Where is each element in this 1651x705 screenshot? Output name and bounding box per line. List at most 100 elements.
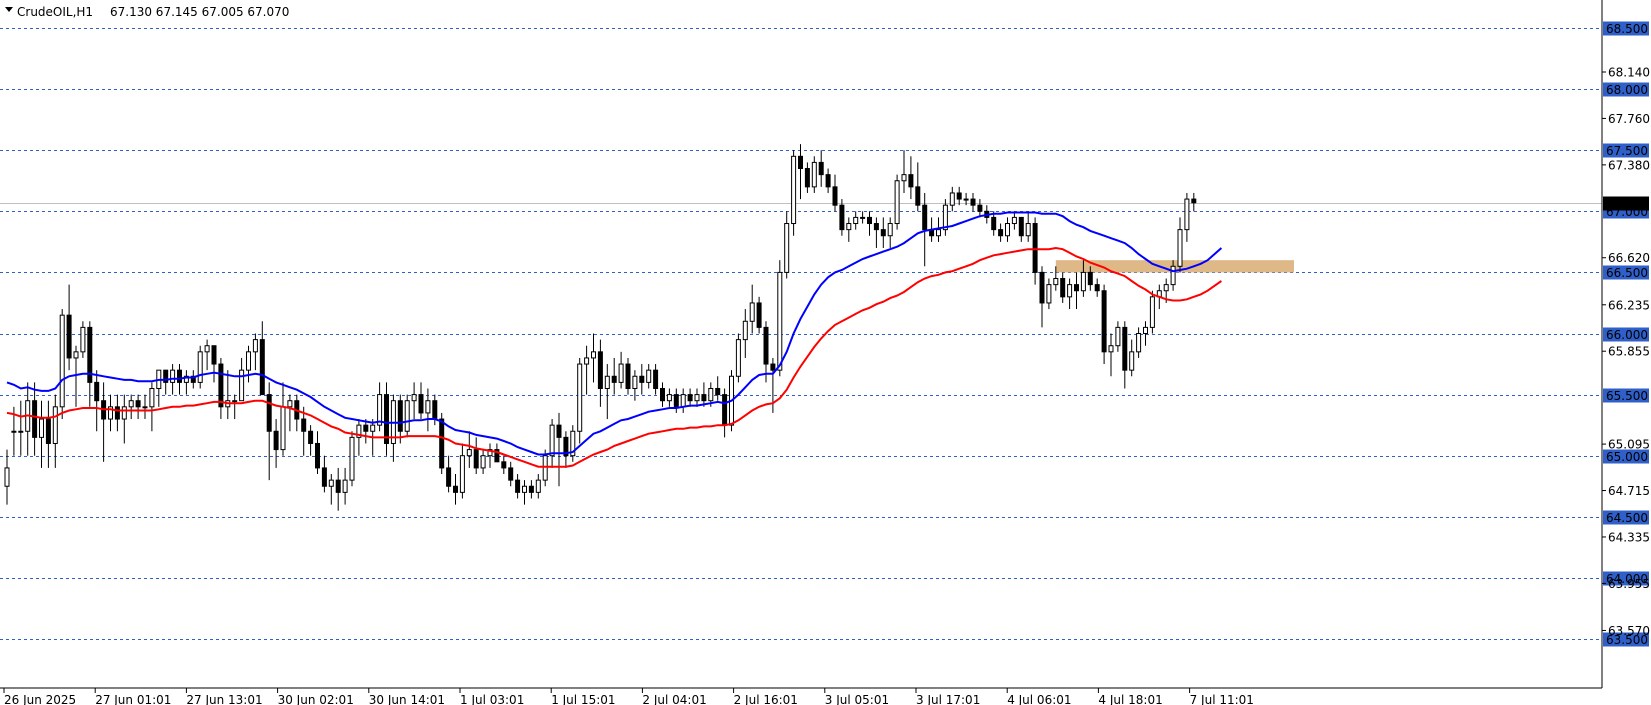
- candle-bull: [411, 394, 417, 402]
- candle-bull: [549, 424, 555, 457]
- candle-bear: [384, 394, 389, 444]
- price-tick-label: 66.620: [1608, 251, 1650, 265]
- candle-bear: [94, 381, 100, 402]
- candle-bear: [508, 467, 514, 481]
- time-label: 3 Jul 17:01: [916, 693, 980, 705]
- candle-bear: [1074, 284, 1079, 292]
- candle-bull: [480, 455, 486, 469]
- candle-bear: [639, 375, 645, 383]
- candle-bull: [666, 394, 672, 402]
- candle-bear: [956, 192, 962, 200]
- candle-bull: [577, 363, 583, 432]
- candle-bull: [894, 180, 900, 225]
- price-chart[interactable]: 68.50068.00067.50067.00066.50066.00065.5…: [0, 0, 1651, 705]
- candle-bull: [1115, 326, 1121, 347]
- candle-bull: [749, 302, 755, 322]
- candle-bear: [439, 418, 445, 469]
- candle-bear: [335, 479, 341, 493]
- candle-bull: [811, 161, 817, 188]
- candle-bull: [4, 467, 10, 487]
- candle-bull: [963, 198, 969, 201]
- candle-bull: [584, 357, 590, 365]
- candle-bull: [459, 455, 465, 493]
- candle-bear: [301, 418, 307, 432]
- level-badge-label: 66.500: [1606, 266, 1648, 280]
- candle-bull: [1067, 284, 1073, 298]
- candle-bull: [232, 400, 238, 403]
- candle-bear: [832, 186, 838, 206]
- candle-bear: [266, 394, 272, 432]
- candle-bull: [949, 192, 955, 206]
- level-badge-label: 64.500: [1606, 511, 1648, 525]
- candle-bull: [1136, 333, 1142, 353]
- candle-bull: [522, 485, 527, 493]
- candle-bull: [328, 479, 334, 487]
- candle-bear: [1060, 278, 1066, 298]
- candle-bear: [922, 204, 928, 231]
- price-tick-label: 64.335: [1608, 530, 1650, 544]
- candle-bull: [280, 406, 286, 451]
- candle-bear: [687, 394, 693, 402]
- price-tick-label: 63.570: [1608, 624, 1650, 638]
- candle-bull: [349, 436, 355, 481]
- candle-bull: [11, 430, 17, 433]
- time-label: 4 Jul 06:01: [1007, 693, 1071, 705]
- candle-bull: [204, 345, 210, 353]
- candle-bear: [825, 174, 831, 188]
- time-label: 2 Jul 04:01: [642, 693, 706, 705]
- candle-bull: [591, 351, 596, 359]
- candle-bear: [397, 400, 403, 432]
- candle-bull: [80, 326, 86, 353]
- ohlc-values: 67.130 67.145 67.005 67.070: [110, 5, 289, 19]
- candle-bear: [1094, 284, 1100, 292]
- candle-bull: [59, 314, 65, 408]
- candle-bear: [501, 461, 507, 469]
- level-badge-label: 68.500: [1606, 22, 1648, 36]
- price-tick-label: 67.380: [1608, 158, 1650, 172]
- candle-bull: [52, 406, 58, 444]
- price-tick-label: 66.235: [1608, 298, 1650, 312]
- candle-bear: [867, 216, 872, 225]
- candle-bear: [970, 198, 976, 206]
- candle-bull: [142, 406, 148, 409]
- candle-bull: [604, 375, 610, 389]
- time-label: 1 Jul 15:01: [551, 693, 615, 705]
- level-badge-label: 66.000: [1606, 328, 1648, 342]
- candle-bull: [901, 174, 907, 182]
- candle-bear: [839, 204, 845, 231]
- candle-bull: [1184, 198, 1190, 231]
- price-tick-label: 63.955: [1608, 577, 1650, 591]
- candle-bull: [1025, 223, 1031, 237]
- level-badge-label: 67.500: [1606, 144, 1648, 158]
- candle-bear: [321, 467, 327, 487]
- candle-bull: [287, 400, 293, 408]
- candle-bear: [515, 479, 521, 493]
- candle-bull: [1163, 284, 1169, 292]
- candle-bull: [128, 400, 134, 408]
- candle-bear: [880, 229, 886, 237]
- time-label: 4 Jul 18:01: [1098, 693, 1162, 705]
- candle-bear: [770, 363, 776, 371]
- candle-bear: [114, 406, 120, 420]
- candle-bear: [211, 345, 217, 365]
- time-label: 27 Jun 13:01: [186, 693, 262, 705]
- candle-bull: [1011, 216, 1017, 225]
- candle-bull: [1108, 345, 1114, 353]
- time-label: 30 Jun 14:01: [369, 693, 445, 705]
- candle-bear: [611, 375, 617, 383]
- candle-bull: [1143, 326, 1148, 335]
- time-label: 30 Jun 02:01: [278, 693, 354, 705]
- candle-bear: [45, 418, 51, 444]
- candle-bear: [363, 424, 369, 432]
- candle-bull: [887, 223, 893, 237]
- candle-bull: [936, 229, 941, 237]
- candle-bear: [135, 400, 141, 408]
- candle-bull: [791, 155, 797, 225]
- candle-bear: [1191, 198, 1197, 204]
- candle-bear: [1101, 290, 1107, 353]
- price-tick-label: 67.760: [1608, 112, 1650, 126]
- candle-bear: [66, 314, 72, 359]
- candle-bear: [1122, 326, 1128, 371]
- candle-bull: [342, 479, 348, 493]
- candle-bull: [246, 351, 251, 371]
